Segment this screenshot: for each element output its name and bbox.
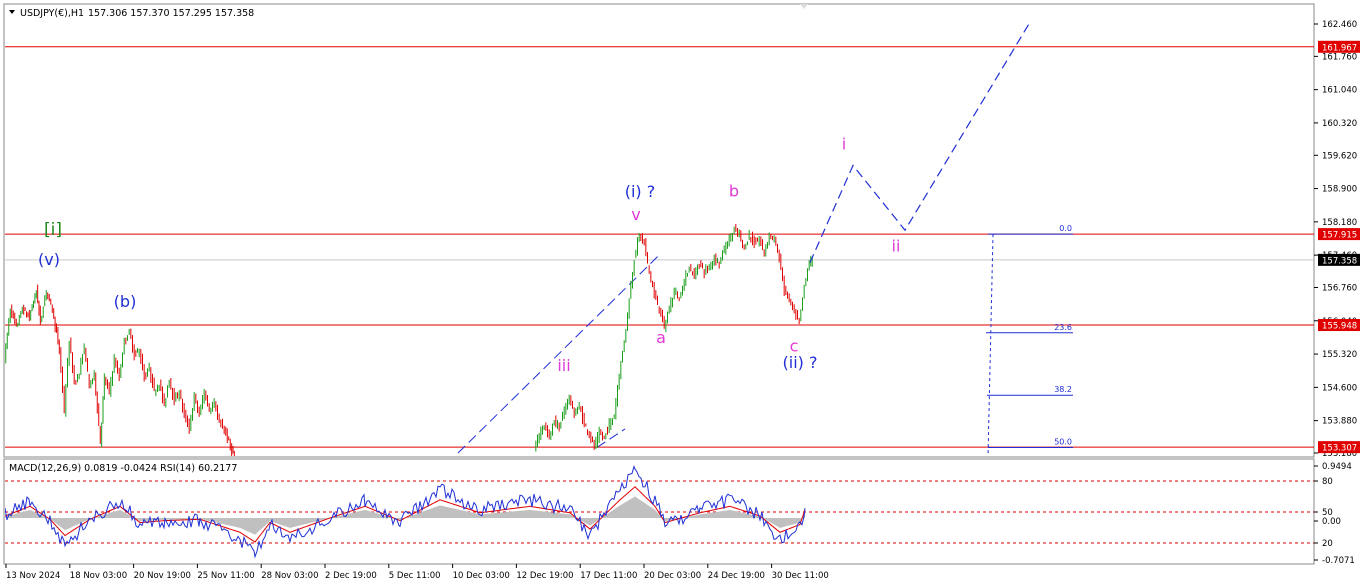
x-tick-label: 17 Dec 11:00 <box>580 571 637 581</box>
ind-y-tick-label: 0.9494 <box>1322 462 1352 472</box>
wave-label: (v) <box>38 250 60 269</box>
ind-y-tick-label: -0.7071 <box>1322 556 1355 566</box>
x-tick-label: 20 Dec 03:00 <box>644 571 701 581</box>
level-tag-label: 157.915 <box>1322 231 1357 241</box>
wave-label: v <box>631 205 640 224</box>
x-tick-label: 28 Nov 03:00 <box>261 571 318 581</box>
y-tick-label: 161.760 <box>1322 52 1357 62</box>
wave-label: ii <box>892 236 901 255</box>
x-tick-label: 13 Nov 2024 <box>6 571 60 581</box>
main-chart-frame <box>3 3 1315 458</box>
level-tag-label: 161.967 <box>1322 43 1357 53</box>
x-tick-label: 10 Dec 03:00 <box>453 571 510 581</box>
time-axis: 13 Nov 2024 18 Nov 03:00 20 Nov 19:00 25 No… <box>5 564 829 581</box>
wave-label: (b) <box>114 292 137 311</box>
y-tick-label: 156.760 <box>1322 284 1357 294</box>
x-tick-label: 30 Dec 11:00 <box>772 571 829 581</box>
y-tick-label: 158.180 <box>1322 218 1357 228</box>
x-tick-label: 24 Dec 19:00 <box>708 571 765 581</box>
x-tick-label: 20 Nov 19:00 <box>134 571 191 581</box>
y-tick-label: 154.600 <box>1322 383 1357 393</box>
y-tick-label: 161.040 <box>1322 86 1357 96</box>
wave-label: b <box>729 181 739 200</box>
x-tick-label: 5 Dec 11:00 <box>389 571 441 581</box>
indicator-label: MACD(12,26,9) 0.0819 -0.0424 RSI(14) 60.… <box>9 463 237 474</box>
fib-level-label: 23.6 <box>1054 323 1072 332</box>
x-tick-label: 12 Dec 19:00 <box>516 571 573 581</box>
fib-level-label: 38.2 <box>1054 385 1072 394</box>
price-chart-window[interactable]: 0.023.638.250.0 [i](v)(b)iii(i) ?vabic(i… <box>0 0 1366 588</box>
y-tick-label: 153.880 <box>1322 417 1357 427</box>
last-price-tag: 157.358 <box>1322 256 1357 266</box>
wave-label: (ii) ? <box>783 353 818 372</box>
wave-label: iii <box>557 356 570 375</box>
y-tick-label: 155.320 <box>1322 350 1357 360</box>
ind-y-tick-label: 0.00 <box>1322 517 1341 527</box>
y-tick-label: 158.900 <box>1322 185 1357 195</box>
fib-level-label: 0.0 <box>1059 224 1072 233</box>
fib-level-label: 50.0 <box>1054 437 1072 446</box>
level-tag-label: 153.307 <box>1322 444 1357 454</box>
ohlc-values: 157.306 157.370 157.295 157.358 <box>88 8 254 19</box>
wave-label: (i) ? <box>625 182 656 201</box>
y-tick-label: 159.620 <box>1322 151 1357 161</box>
x-tick-label: 2 Dec 19:00 <box>325 571 377 581</box>
symbol-label: USDJPY(€),H1 <box>20 8 84 19</box>
y-tick-label: 162.460 <box>1322 20 1357 30</box>
ind-y-tick-label: 80 <box>1322 477 1333 487</box>
level-tag-label: 155.948 <box>1322 322 1357 332</box>
x-tick-label: 18 Nov 03:00 <box>70 571 127 581</box>
y-tick-label: 160.320 <box>1322 119 1357 129</box>
x-tick-label: 25 Nov 11:00 <box>197 571 254 581</box>
ind-y-tick-label: 20 <box>1322 539 1333 549</box>
wave-label: i <box>842 134 846 153</box>
wave-label: [i] <box>44 220 62 240</box>
wave-label: a <box>656 328 666 347</box>
